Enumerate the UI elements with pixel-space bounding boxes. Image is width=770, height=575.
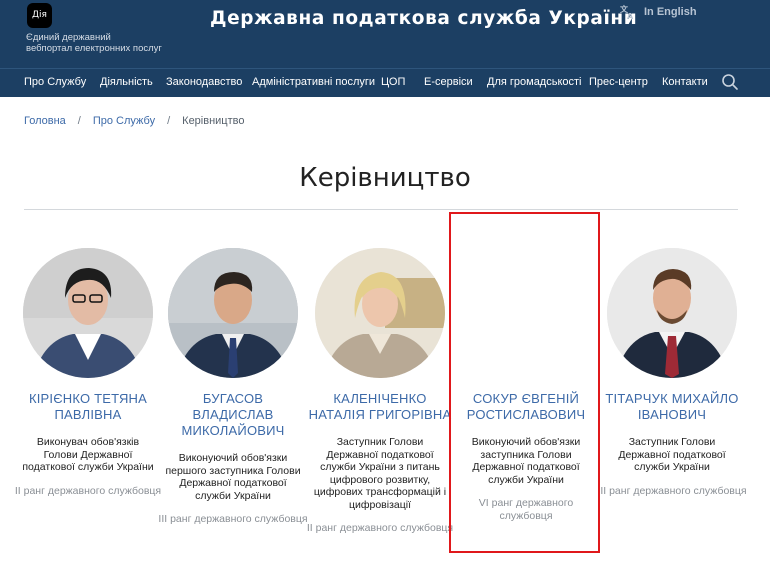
person-name[interactable]: КАЛЕНІЧЕНКО НАТАЛІЯ ГРИГОРІВНА [305, 391, 455, 423]
search-icon[interactable] [721, 73, 739, 91]
person-photo[interactable] [607, 248, 737, 378]
top-banner: Дія Єдиний державний вебпортал електронн… [0, 0, 770, 68]
person-role: Заступник Голови Державної податкової сл… [618, 436, 726, 473]
nav-item-public[interactable]: Для громадськості [487, 76, 582, 88]
person-role: Виконуючий обов'язки першого заступника … [165, 452, 301, 502]
site-title[interactable]: Державна податкова служба України [210, 8, 637, 29]
title-divider [24, 209, 738, 210]
person-rank: ІІ ранг державного службовця [14, 484, 162, 497]
person-name-line: ІВАНОВИЧ [637, 407, 707, 422]
person-photo[interactable] [315, 248, 445, 378]
nav-item-e-services[interactable]: Е-сервіси [424, 76, 473, 88]
person-name-line: КАЛЕНІЧЕНКО [333, 391, 427, 406]
nav-item-admin-services[interactable]: Адміністративні послуги [252, 76, 375, 88]
nav-item-activity[interactable]: Діяльність [100, 76, 153, 88]
nav-item-cop[interactable]: ЦОП [381, 76, 405, 88]
svg-text:A: A [627, 12, 634, 20]
person-card-titarchuk: ТІТАРЧУК МИХАЙЛО ІВАНОВИЧ Заступник Голо… [597, 248, 747, 497]
nav-item-legislation[interactable]: Законодавство [166, 76, 242, 88]
person-rank: ІІІ ранг державного службовця [158, 513, 308, 525]
person-name-line: КІРІЄНКО ТЕТЯНА [28, 391, 148, 406]
nav-item-press-center[interactable]: Прес-центр [589, 76, 648, 88]
person-role: Виконувач обов'язків Голови Державної по… [22, 436, 154, 473]
person-role: Заступник Голови Державної податкової сл… [313, 436, 447, 511]
person-photo[interactable] [23, 248, 153, 378]
person-rank: ІІ ранг державного службовця [306, 522, 454, 534]
person-name[interactable]: БУГАСОВ ВЛАДИСЛАВ МИКОЛАЙОВИЧ [158, 391, 308, 439]
nav-item-about[interactable]: Про Службу [24, 76, 86, 88]
person-name[interactable]: ТІТАРЧУК МИХАЙЛО ІВАНОВИЧ [597, 391, 747, 423]
nav-item-contacts[interactable]: Контакти [662, 76, 708, 88]
person-name[interactable]: КІРІЄНКО ТЕТЯНА ПАВЛІВНА [13, 391, 163, 423]
main-nav: Про Службу Діяльність Законодавство Адмі… [0, 68, 770, 97]
person-card-kalenichenko: КАЛЕНІЧЕНКО НАТАЛІЯ ГРИГОРІВНА Заступник… [305, 248, 455, 535]
breadcrumb-separator: / [77, 115, 81, 127]
highlight-box [449, 212, 600, 553]
person-name-line: БУГАСОВ [202, 391, 264, 406]
person-photo[interactable] [168, 248, 298, 378]
person-card-buhasov: БУГАСОВ ВЛАДИСЛАВ МИКОЛАЙОВИЧ Виконуючий… [158, 248, 308, 526]
diia-portal-link[interactable]: Єдиний державний вебпортал електронних п… [26, 32, 186, 54]
person-rank: ІІІ ранг державного службовця [597, 484, 747, 497]
breadcrumb-separator: / [167, 115, 171, 127]
breadcrumb-about[interactable]: Про Службу [93, 115, 155, 127]
diia-line-2: вебпортал електронних послуг [26, 43, 162, 54]
translate-icon: 文 A [620, 4, 634, 20]
diia-logo[interactable]: Дія [27, 3, 52, 28]
language-switch[interactable]: 文 A In English [620, 4, 697, 20]
person-card-kiriienko: КІРІЄНКО ТЕТЯНА ПАВЛІВНА Виконувач обов'… [13, 248, 163, 497]
page-title: Керівництво [299, 163, 471, 193]
person-name-line: ТІТАРЧУК МИХАЙЛО [605, 391, 739, 406]
breadcrumb-home[interactable]: Головна [24, 115, 66, 127]
diia-line-1: Єдиний державний [26, 32, 111, 43]
person-name-line: ПАВЛІВНА [54, 407, 122, 422]
breadcrumb-current: Керівництво [182, 115, 245, 127]
person-name-line: ВЛАДИСЛАВ [192, 407, 274, 422]
lang-link-label: In English [644, 6, 697, 18]
person-name-line: МИКОЛАЙОВИЧ [181, 423, 285, 438]
breadcrumb: Головна / Про Службу / Керівництво [24, 115, 244, 127]
person-name-line: НАТАЛІЯ ГРИГОРІВНА [308, 407, 452, 422]
